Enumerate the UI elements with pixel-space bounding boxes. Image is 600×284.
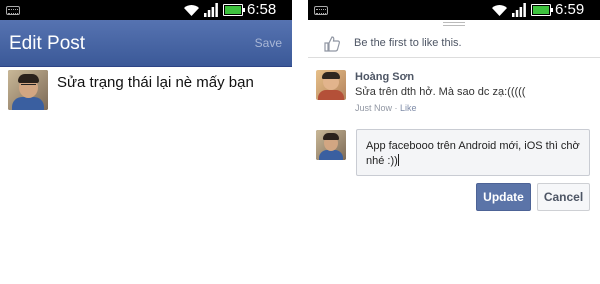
battery-icon — [223, 4, 245, 16]
comment-edit-field[interactable]: App facebooo trên Android mới, iOS thì c… — [356, 129, 590, 176]
status-bar: 6:58 AM — [0, 0, 292, 33]
comment-author[interactable]: Hoàng Sơn — [355, 71, 414, 83]
text-cursor — [397, 154, 399, 166]
signal-icon — [204, 3, 218, 17]
screen-divider — [292, 0, 308, 284]
keyboard-icon — [6, 6, 20, 15]
comment-meta: Just Now · Like — [355, 103, 417, 113]
likes-bar[interactable]: Be the first to like this. — [308, 30, 600, 58]
likes-summary: Be the first to like this. — [354, 37, 462, 49]
signal-icon — [512, 3, 526, 17]
page-title: Edit Post — [9, 33, 86, 54]
right-screen: 6:59 AM Be the first to like this. Hoàng… — [308, 0, 600, 284]
comment-time: Just Now — [355, 103, 393, 113]
comment-text: Sửa trên dth hở. Mà sao dc zạ:((((( — [355, 86, 526, 98]
post-editor: Sửa trạng thái lại nè mấy bạn — [8, 70, 254, 110]
save-button[interactable]: Save — [255, 36, 282, 50]
update-button[interactable]: Update — [476, 183, 531, 211]
meta-separator: · — [394, 103, 398, 113]
wifi-icon — [184, 5, 199, 16]
keyboard-icon — [314, 6, 328, 15]
battery-icon — [531, 4, 553, 16]
status-bar: 6:59 AM — [308, 0, 600, 33]
thumbs-up-icon — [324, 36, 340, 52]
avatar[interactable] — [316, 70, 346, 100]
post-text-field[interactable]: Sửa trạng thái lại nè mấy bạn — [57, 74, 287, 91]
cancel-button[interactable]: Cancel — [537, 183, 590, 211]
avatar — [8, 70, 48, 110]
left-screen: 6:58 AM Edit Post Save Sửa trạng thái lạ… — [0, 0, 292, 284]
avatar — [316, 130, 346, 160]
drag-handle[interactable] — [443, 22, 465, 26]
wifi-icon — [492, 5, 507, 16]
like-link[interactable]: Like — [400, 103, 417, 113]
edit-post-header: Edit Post Save — [0, 20, 292, 67]
